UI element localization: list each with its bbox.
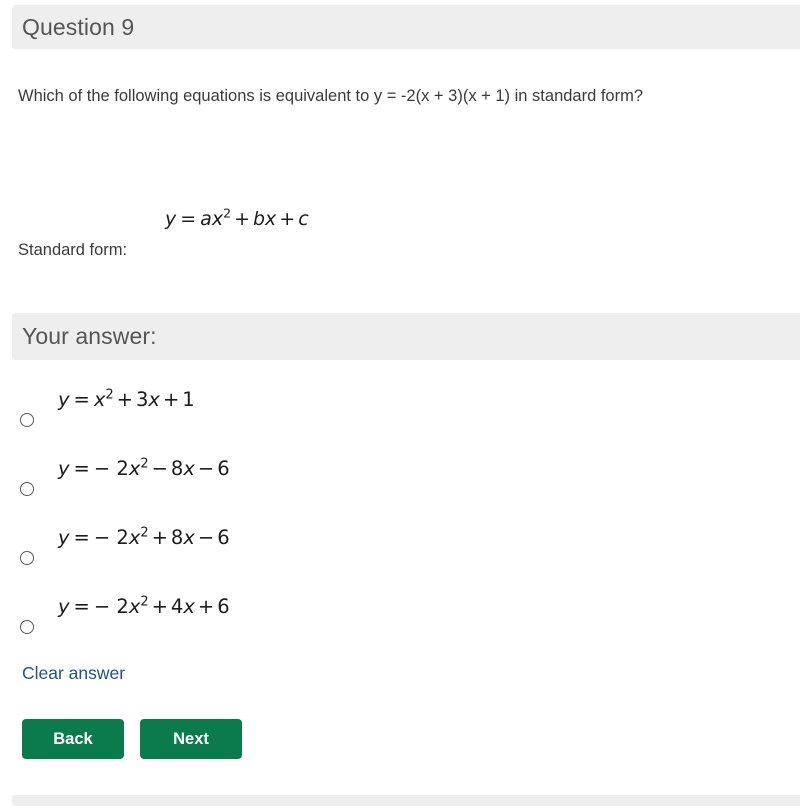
your-answer-label: Your answer: xyxy=(22,323,157,349)
option-row[interactable]: y = − 2x2−8x −6 xyxy=(0,449,800,518)
opt4-exponent: 2 xyxy=(140,594,149,610)
formula-coef-a: a xyxy=(200,208,212,230)
formula-x-linear: x xyxy=(265,208,277,230)
page-title: Question 9 xyxy=(22,13,135,40)
opt1-b: 3 xyxy=(135,388,149,411)
opt3-x: x xyxy=(128,526,141,549)
opt2-exponent: 2 xyxy=(140,456,149,472)
option-4-formula: y = − 2x2 +4x +6 xyxy=(58,594,230,618)
opt2-coef: − 2 xyxy=(93,457,129,480)
radio-button-option-2[interactable] xyxy=(20,481,34,496)
standard-form-block: Standard form: y = ax2 + bx + c xyxy=(18,207,438,268)
opt1-op2: + xyxy=(162,388,180,411)
opt4-x: x xyxy=(128,595,141,618)
question-header-band: Question 9 xyxy=(12,5,800,49)
opt3-b: 8 xyxy=(170,526,184,549)
opt2-x: x xyxy=(128,457,141,480)
opt1-op1: + xyxy=(116,388,133,411)
opt3-x-linear: x xyxy=(183,526,195,549)
opt1-c: 1 xyxy=(182,388,195,411)
formula-coef-b: b xyxy=(252,208,266,230)
formula-equals: = xyxy=(180,208,197,230)
opt4-equals: = xyxy=(73,595,90,618)
opt2-equals: = xyxy=(73,457,90,480)
opt3-exponent: 2 xyxy=(140,525,149,541)
opt4-c: 6 xyxy=(217,595,230,618)
opt4-op2: + xyxy=(197,595,215,618)
option-3-formula: y = − 2x2 +8x −6 xyxy=(58,525,230,549)
formula-x: x xyxy=(211,208,224,230)
option-row[interactable]: y = x2 +3x +1 xyxy=(0,380,800,449)
option-2-formula: y = − 2x2−8x −6 xyxy=(58,456,230,480)
option-row[interactable]: y = − 2x2 +8x −6 xyxy=(0,518,800,587)
opt1-x-linear: x xyxy=(148,388,160,411)
radio-button-option-1[interactable] xyxy=(20,412,34,427)
formula-op-2: + xyxy=(279,208,296,230)
opt3-op1: + xyxy=(151,526,168,549)
opt4-b: 4 xyxy=(170,595,184,618)
opt2-c: 6 xyxy=(217,457,230,480)
option-row[interactable]: y = − 2x2 +4x +6 xyxy=(0,587,800,656)
formula-op-1: + xyxy=(234,208,250,230)
standard-form-formula: y = ax2 + bx + c xyxy=(165,207,309,230)
opt3-coef: − 2 xyxy=(93,526,129,549)
clear-answer-link[interactable]: Clear answer xyxy=(22,663,125,684)
your-answer-band: Your answer: xyxy=(12,313,800,360)
opt4-x-linear: x xyxy=(183,595,195,618)
radio-button-option-4[interactable] xyxy=(20,619,34,634)
opt4-lhs: y xyxy=(58,595,70,618)
opt2-x-linear: x xyxy=(183,457,195,480)
opt3-lhs: y xyxy=(58,526,70,549)
opt3-op2: − xyxy=(197,526,215,549)
question-prompt: Which of the following equations is equi… xyxy=(18,87,644,105)
formula-const-c: c xyxy=(298,208,309,230)
next-button[interactable]: Next xyxy=(140,719,242,759)
opt1-x: x xyxy=(93,388,106,411)
opt4-op1: + xyxy=(151,595,168,618)
option-1-formula: y = x2 +3x +1 xyxy=(58,387,195,411)
opt2-op1: − xyxy=(151,457,168,480)
navigation-buttons: Back Next xyxy=(22,719,242,759)
formula-exponent: 2 xyxy=(223,205,232,221)
opt1-equals: = xyxy=(73,388,90,411)
back-button[interactable]: Back xyxy=(22,719,124,759)
formula-lhs: y xyxy=(165,208,177,230)
opt2-b: 8 xyxy=(170,457,184,480)
opt4-coef: − 2 xyxy=(93,595,129,618)
standard-form-label: Standard form: xyxy=(18,241,128,259)
next-section-band-partial xyxy=(12,795,800,806)
opt3-c: 6 xyxy=(217,526,230,549)
opt2-lhs: y xyxy=(58,457,70,480)
opt2-op2: − xyxy=(197,457,215,480)
answer-options-group: y = x2 +3x +1 y = − 2x2−8x −6 y = − 2x2 +8x −6 y = − … xyxy=(0,380,800,656)
opt1-exponent: 2 xyxy=(105,387,114,403)
opt3-equals: = xyxy=(73,526,90,549)
radio-button-option-3[interactable] xyxy=(20,550,34,565)
opt1-lhs: y xyxy=(58,388,70,411)
